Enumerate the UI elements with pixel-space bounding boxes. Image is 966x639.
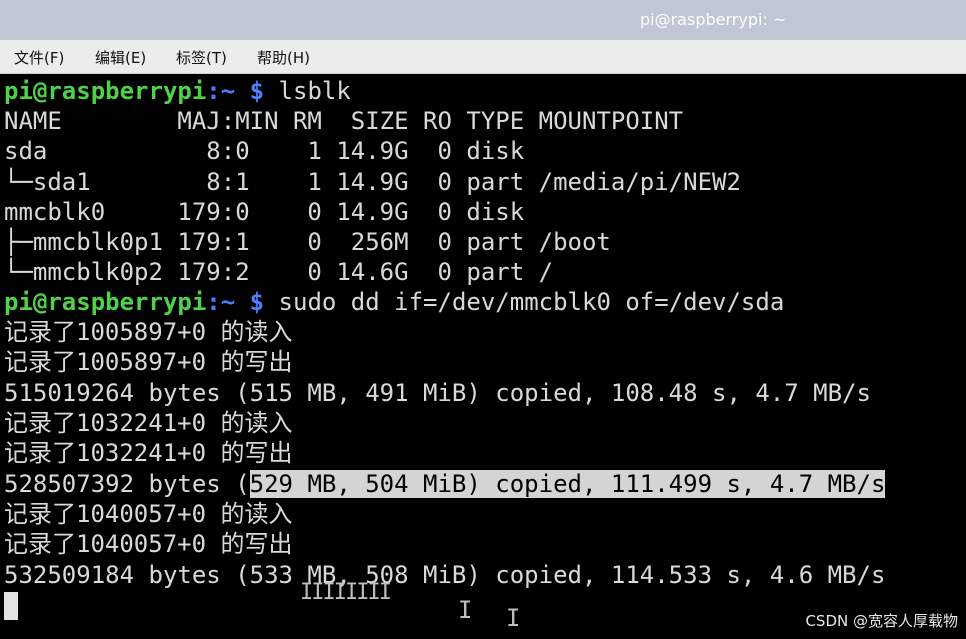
- menu-edit[interactable]: 编辑(E): [93, 47, 148, 68]
- lsblk-row: ├─mmcblk0p1 179:1 0 256M 0 part /boot: [4, 228, 611, 256]
- prompt-dollar: $: [235, 77, 265, 105]
- lsblk-row: mmcblk0 179:0 0 14.9G 0 disk: [4, 198, 525, 226]
- prompt-line-lsblk: pi@raspberrypi:~ $ lsblk: [4, 76, 351, 106]
- mouse-ibeam-icon: I: [506, 604, 521, 632]
- watermark: CSDN @宽容人厚载物: [805, 612, 958, 630]
- command-text: sudo dd if=/dev/mmcblk0 of=/dev/sda: [264, 288, 785, 316]
- command-text: lsblk: [264, 77, 351, 105]
- terminal-window: pi@raspberrypi: ~ 文件(F) 编辑(E) 标签(T) 帮助(H…: [0, 0, 966, 639]
- dd-output-line: 记录了1040057+0 的写出: [4, 530, 293, 558]
- prompt-dollar: $: [235, 288, 265, 316]
- menu-bar: 文件(F) 编辑(E) 标签(T) 帮助(H): [0, 40, 966, 74]
- prompt-user: pi@raspberrypi: [4, 77, 207, 105]
- mouse-ibeam-icon: I: [458, 596, 473, 624]
- prompt-user: pi@raspberrypi: [4, 288, 207, 316]
- dd-output-line: 记录了1005897+0 的读入: [4, 318, 293, 346]
- mouse-ibeam-trail-icon: IIIIIIII: [300, 580, 392, 605]
- lsblk-row: sda 8:0 1 14.9G 0 disk: [4, 137, 525, 165]
- prompt-path: :~: [206, 77, 236, 105]
- menu-file[interactable]: 文件(F): [12, 47, 66, 68]
- dd-output-line: 记录了1040057+0 的读入: [4, 500, 293, 528]
- dd-output-line: 532509184 bytes (533 MB, 508 MiB) copied…: [4, 561, 886, 589]
- dd-progress-line-selected[interactable]: 528507392 bytes (529 MB, 504 MiB) copied…: [4, 469, 886, 499]
- text-cursor: [4, 592, 18, 620]
- dd-output-line: 记录了1032241+0 的读入: [4, 409, 293, 437]
- progress-prefix: 528507392 bytes (: [4, 470, 250, 498]
- prompt-line-dd: pi@raspberrypi:~ $ sudo dd if=/dev/mmcbl…: [4, 287, 784, 317]
- lsblk-row: └─mmcblk0p2 179:2 0 14.6G 0 part /: [4, 258, 554, 286]
- dd-output-line: 记录了1005897+0 的写出: [4, 348, 293, 376]
- menu-help[interactable]: 帮助(H): [255, 47, 312, 68]
- title-bar[interactable]: pi@raspberrypi: ~: [0, 0, 966, 40]
- dd-output-line: 515019264 bytes (515 MB, 491 MiB) copied…: [4, 379, 871, 407]
- menu-tabs[interactable]: 标签(T): [174, 47, 229, 68]
- text-selection[interactable]: 529 MB, 504 MiB) copied, 111.499 s, 4.7 …: [249, 470, 886, 498]
- lsblk-row: └─sda1 8:1 1 14.9G 0 part /media/pi/NEW2: [4, 168, 741, 196]
- dd-output-line: 记录了1032241+0 的写出: [4, 439, 293, 467]
- window-title: pi@raspberrypi: ~: [640, 10, 787, 29]
- lsblk-header: NAME MAJ:MIN RM SIZE RO TYPE MOUNTPOINT: [4, 107, 684, 135]
- terminal-output[interactable]: pi@raspberrypi:~ $ lsblk NAME MAJ:MIN RM…: [0, 74, 966, 639]
- prompt-path: :~: [206, 288, 236, 316]
